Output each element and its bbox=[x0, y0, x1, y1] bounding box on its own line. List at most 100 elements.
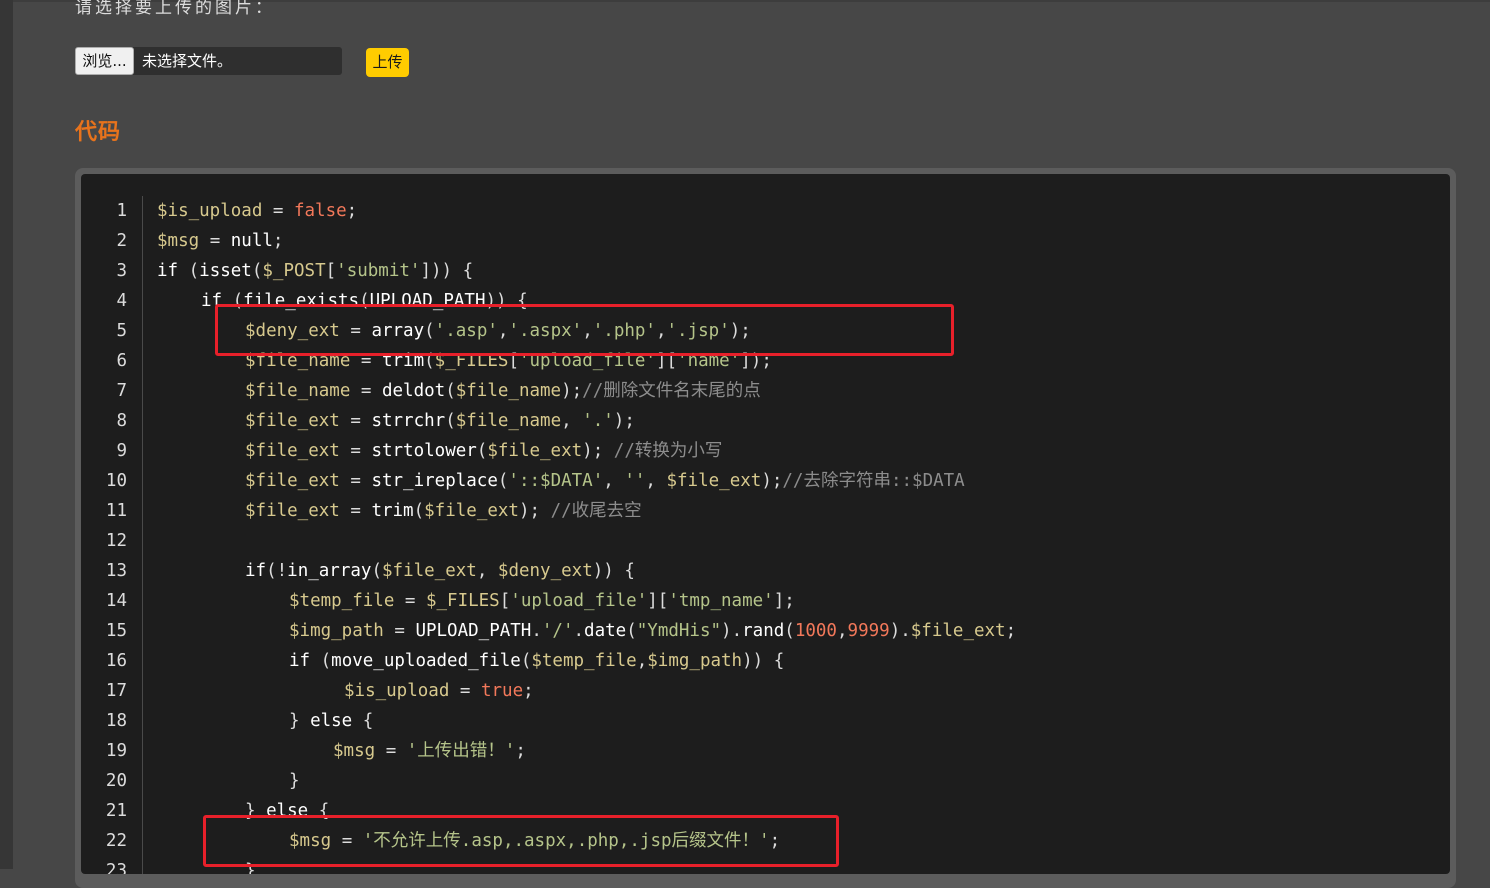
code-token: if bbox=[289, 651, 311, 671]
code-token: $file_ext bbox=[910, 621, 1006, 641]
code-token: 'name' bbox=[677, 351, 741, 371]
code-token: )) { bbox=[742, 651, 785, 671]
code-token: $_POST bbox=[262, 261, 326, 281]
code-token: ); bbox=[613, 411, 635, 431]
code-token: else bbox=[310, 711, 353, 731]
code-line: 7 $file_name = deldot($file_name);//删除文件名… bbox=[81, 376, 1450, 406]
code-token: ][ bbox=[655, 351, 678, 371]
code-token: } bbox=[245, 861, 256, 874]
file-input[interactable]: 浏览... 未选择文件。 bbox=[75, 47, 342, 75]
code-token: strtolower bbox=[371, 441, 477, 461]
code-token: ])) { bbox=[420, 261, 474, 281]
code-token: { bbox=[352, 711, 374, 731]
code-token: $_FILES bbox=[425, 591, 500, 611]
upload-button[interactable]: 上传 bbox=[366, 48, 409, 77]
code-token: '.aspx' bbox=[508, 321, 583, 341]
code-token: $msg bbox=[157, 231, 200, 251]
code-line: 19 $msg = '上传出错！'; bbox=[81, 736, 1450, 766]
code-line: 1 $is_upload = false; bbox=[81, 196, 1450, 226]
code-token: . bbox=[573, 621, 585, 641]
code-token: ). bbox=[889, 621, 911, 641]
code-token: ( bbox=[784, 621, 795, 641]
code-token: $file_ext bbox=[245, 471, 340, 491]
code-text: $file_name = deldot($file_name);//删除文件名末… bbox=[245, 376, 761, 406]
code-token: { bbox=[308, 801, 330, 821]
line-number: 17 bbox=[105, 681, 127, 701]
code-token: , bbox=[561, 411, 583, 431]
code-line: 14 $temp_file = $_FILES['upload_file']['t… bbox=[81, 586, 1450, 616]
line-number: 14 bbox=[105, 591, 127, 611]
line-number: 13 bbox=[105, 561, 127, 581]
code-token: ( bbox=[445, 381, 456, 401]
code-token: ( bbox=[476, 441, 488, 461]
code-token: $file_name bbox=[455, 381, 562, 401]
code-token: $file_ext bbox=[487, 441, 583, 461]
code-token: else bbox=[266, 801, 309, 821]
code-token: = bbox=[375, 741, 407, 761]
code-line: 11 $file_ext = trim($file_ext); //收尾去空 bbox=[81, 496, 1450, 526]
code-token: , bbox=[603, 471, 625, 491]
code-text: $img_path = UPLOAD_PATH.'/'.date("YmdHis… bbox=[289, 616, 1016, 646]
code-token: $file_name bbox=[245, 351, 351, 371]
code-token: $msg bbox=[289, 831, 332, 851]
code-token: //去除字符串::$DATA bbox=[782, 471, 965, 491]
code-token: = bbox=[383, 621, 416, 641]
code-token: $_FILES bbox=[434, 351, 509, 371]
code-line: 20} bbox=[81, 766, 1450, 796]
code-token: , bbox=[655, 321, 667, 341]
code-token: ( bbox=[310, 651, 332, 671]
code-text: $temp_file = $_FILES['upload_file']['tmp… bbox=[289, 586, 795, 616]
code-token: $file_ext bbox=[666, 471, 762, 491]
code-token: [ bbox=[325, 261, 337, 281]
code-token: (! bbox=[266, 561, 288, 581]
code-token: UPLOAD_PATH bbox=[415, 621, 532, 641]
line-number: 19 bbox=[105, 741, 127, 761]
code-token: '上传出错！' bbox=[406, 741, 516, 761]
upload-prompt: 请选择要上传的图片： bbox=[75, 0, 275, 18]
code-token: = bbox=[339, 471, 372, 491]
code-token: ][ bbox=[647, 591, 669, 611]
code-token: = bbox=[339, 321, 372, 341]
code-token: isset bbox=[199, 261, 252, 281]
code-token: deldot bbox=[381, 381, 446, 401]
code-token: ; bbox=[769, 831, 781, 851]
code-token: )) { bbox=[485, 291, 528, 311]
code-text: $file_ext = trim($file_ext); //收尾去空 bbox=[245, 496, 642, 526]
code-text: } else { bbox=[289, 706, 373, 736]
code-token: $temp_file bbox=[531, 651, 637, 671]
browse-button[interactable]: 浏览... bbox=[75, 47, 134, 75]
code-token: if bbox=[245, 561, 267, 581]
code-token: '::$DATA' bbox=[508, 471, 604, 491]
code-token: array bbox=[371, 321, 425, 341]
code-token: ]); bbox=[740, 351, 772, 371]
code-token: UPLOAD_PATH bbox=[369, 291, 486, 311]
line-number: 11 bbox=[105, 501, 127, 521]
code-token: $deny_ext bbox=[245, 321, 340, 341]
code-line: 8 $file_ext = strrchr($file_name, '.'); bbox=[81, 406, 1450, 436]
code-line: 23} bbox=[81, 856, 1450, 874]
left-sidebar-strip bbox=[0, 0, 13, 869]
code-token: file_exists bbox=[243, 291, 360, 311]
code-token: . bbox=[531, 621, 542, 641]
line-number: 7 bbox=[116, 381, 127, 401]
code-token: [ bbox=[508, 351, 519, 371]
code-token: ; bbox=[1005, 621, 1017, 641]
code-token: ); bbox=[729, 321, 751, 341]
code-token: = bbox=[449, 681, 481, 701]
code-token: 'upload_file' bbox=[510, 591, 648, 611]
code-token: = bbox=[339, 501, 372, 521]
code-token: ). bbox=[721, 621, 743, 641]
code-line: 12 bbox=[81, 526, 1450, 556]
code-token: = bbox=[339, 411, 372, 431]
code-text: } else { bbox=[245, 796, 329, 826]
code-token: ); bbox=[761, 471, 783, 491]
code-token: ; bbox=[523, 681, 534, 701]
code-line: 5 $deny_ext = array('.asp','.aspx','.php'… bbox=[81, 316, 1450, 346]
code-token: true bbox=[480, 681, 524, 701]
code-block[interactable]: 1 $is_upload = false; 2 $msg = null; 3 if (is… bbox=[81, 174, 1450, 874]
section-title-code: 代码 bbox=[75, 120, 122, 145]
code-token: $img_path bbox=[289, 621, 384, 641]
code-token: ( bbox=[359, 291, 370, 311]
code-token: "YmdHis" bbox=[636, 621, 722, 641]
line-number: 15 bbox=[105, 621, 127, 641]
